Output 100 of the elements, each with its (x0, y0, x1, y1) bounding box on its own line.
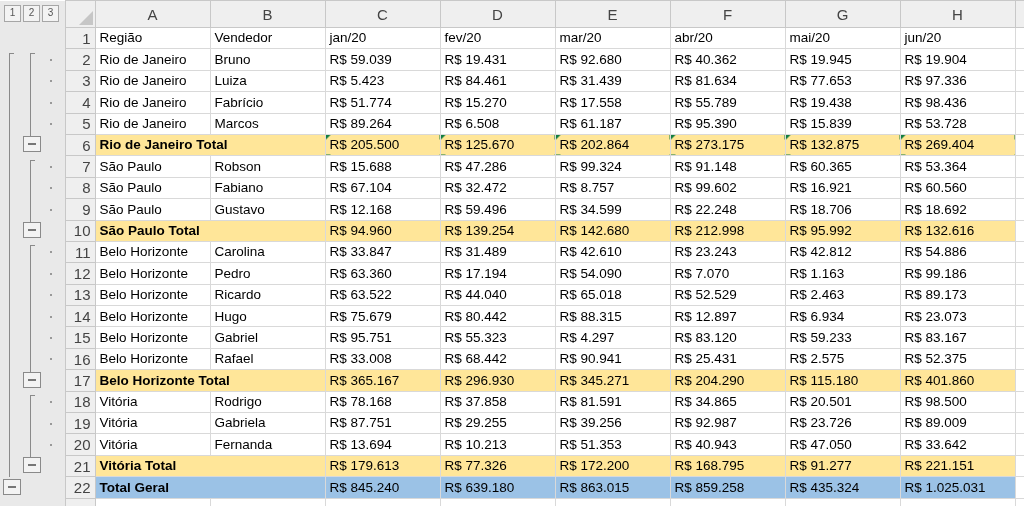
column-header[interactable]: A (95, 0, 210, 28)
row-header[interactable]: 20 (65, 433, 95, 456)
column-header[interactable]: H (900, 0, 1015, 28)
row-header[interactable]: 1 (65, 27, 95, 49)
row-header[interactable]: 22 (65, 476, 95, 499)
table-cell: mar/20 (555, 27, 670, 49)
table-cell: Belo Horizonte (95, 284, 210, 306)
table-cell: Ricardo (210, 284, 325, 306)
row-header[interactable]: 3 (65, 70, 95, 92)
table-cell: R$ 99.186 (900, 262, 1015, 285)
row-header[interactable]: 12 (65, 262, 95, 285)
table-cell: Belo Horizonte Total (95, 369, 325, 392)
table-cell: R$ 83.120 (670, 326, 785, 349)
table-cell: R$ 68.442 (440, 348, 555, 370)
collapse-button[interactable] (23, 457, 41, 474)
column-header[interactable]: C (325, 0, 440, 28)
table-cell: Vitória (95, 412, 210, 434)
table-cell: R$ 17.194 (440, 262, 555, 285)
column-header[interactable]: G (785, 0, 900, 28)
table-cell: Fabrício (210, 91, 325, 114)
column-header[interactable]: B (210, 0, 325, 28)
table-cell: R$ 92.987 (670, 412, 785, 434)
table-cell: Gabriela (210, 412, 325, 434)
row-header[interactable]: 19 (65, 412, 95, 434)
table-cell: Rio de Janeiro (95, 113, 210, 135)
table-cell: R$ 54.886 (900, 241, 1015, 263)
table-cell: R$ 98.436 (900, 91, 1015, 114)
table-cell: R$ 75.679 (325, 305, 440, 327)
collapse-button[interactable] (23, 136, 41, 153)
table-cell: R$ 12.897 (670, 305, 785, 327)
table-cell: R$ 88.315 (555, 305, 670, 327)
table-cell: Luiza (210, 70, 325, 92)
table-cell: R$ 63.360 (325, 262, 440, 285)
table-cell: R$ 5.423 (325, 70, 440, 92)
table-cell: R$ 40.362 (670, 48, 785, 71)
table-cell: R$ 89.264 (325, 113, 440, 135)
table-cell: R$ 1.163 (785, 262, 900, 285)
table-cell: R$ 95.390 (670, 113, 785, 135)
table-cell: Vitória (95, 391, 210, 413)
table-cell: R$ 84.461 (440, 70, 555, 92)
table-cell: R$ 23.243 (670, 241, 785, 263)
row-header[interactable]: 16 (65, 348, 95, 370)
outline-level-button[interactable]: 2 (23, 4, 40, 22)
table-cell: Belo Horizonte (95, 326, 210, 349)
table-cell: R$ 59.496 (440, 198, 555, 220)
table-cell: R$ 13.694 (325, 433, 440, 456)
outline-level-button[interactable]: 1 (4, 4, 21, 22)
table-cell: Rafael (210, 348, 325, 370)
table-cell: São Paulo (95, 155, 210, 178)
row-header[interactable]: 8 (65, 177, 95, 199)
outline-level-button[interactable]: 3 (42, 4, 59, 22)
column-header[interactable]: F (670, 0, 785, 28)
row-header[interactable]: 17 (65, 369, 95, 392)
row-header[interactable]: 21 (65, 455, 95, 477)
row-header[interactable]: 13 (65, 284, 95, 306)
table-cell: fev/20 (440, 27, 555, 49)
table-cell: R$ 6.508 (440, 113, 555, 135)
table-cell: R$ 47.050 (785, 433, 900, 456)
table-cell: R$ 33.642 (900, 433, 1015, 456)
table-cell: R$ 23.073 (900, 305, 1015, 327)
table-cell: R$ 55.789 (670, 91, 785, 114)
row-header[interactable]: 15 (65, 326, 95, 349)
table-cell: R$ 81.634 (670, 70, 785, 92)
table-cell: R$ 29.255 (440, 412, 555, 434)
table-cell: R$ 65.018 (555, 284, 670, 306)
row-header[interactable]: 6 (65, 134, 95, 156)
table-cell: R$ 25.431 (670, 348, 785, 370)
table-cell: R$ 44.040 (440, 284, 555, 306)
row-header[interactable]: 9 (65, 198, 95, 220)
table-cell: R$ 55.323 (440, 326, 555, 349)
collapse-button[interactable] (23, 371, 41, 388)
collapse-button[interactable] (3, 478, 21, 495)
row-header[interactable]: 11 (65, 241, 95, 263)
row-header[interactable]: 4 (65, 91, 95, 114)
row-header[interactable]: 5 (65, 113, 95, 135)
table-cell: Gustavo (210, 198, 325, 220)
row-header[interactable]: 18 (65, 391, 95, 413)
table-cell: jan/20 (325, 27, 440, 49)
table-cell: R$ 77.653 (785, 70, 900, 92)
table-cell: R$ 32.472 (440, 177, 555, 199)
table-cell: R$ 39.256 (555, 412, 670, 434)
table-cell: Belo Horizonte (95, 241, 210, 263)
table-cell: R$ 10.213 (440, 433, 555, 456)
column-header[interactable]: D (440, 0, 555, 28)
row-header[interactable]: 2 (65, 48, 95, 71)
table-cell: R$ 2.575 (785, 348, 900, 370)
table-cell: R$ 99.602 (670, 177, 785, 199)
collapse-button[interactable] (23, 222, 41, 238)
row-header[interactable]: 7 (65, 155, 95, 178)
table-cell: Carolina (210, 241, 325, 263)
table-cell: R$ 60.365 (785, 155, 900, 178)
table-cell: R$ 20.501 (785, 391, 900, 413)
table-cell: R$ 34.865 (670, 391, 785, 413)
row-header[interactable]: 14 (65, 305, 95, 327)
table-cell: R$ 90.941 (555, 348, 670, 370)
row-header[interactable]: 10 (65, 220, 95, 242)
column-header[interactable]: E (555, 0, 670, 28)
corner-triangle-icon (78, 11, 93, 25)
table-cell: R$ 51.774 (325, 91, 440, 114)
table-cell: R$ 42.812 (785, 241, 900, 263)
